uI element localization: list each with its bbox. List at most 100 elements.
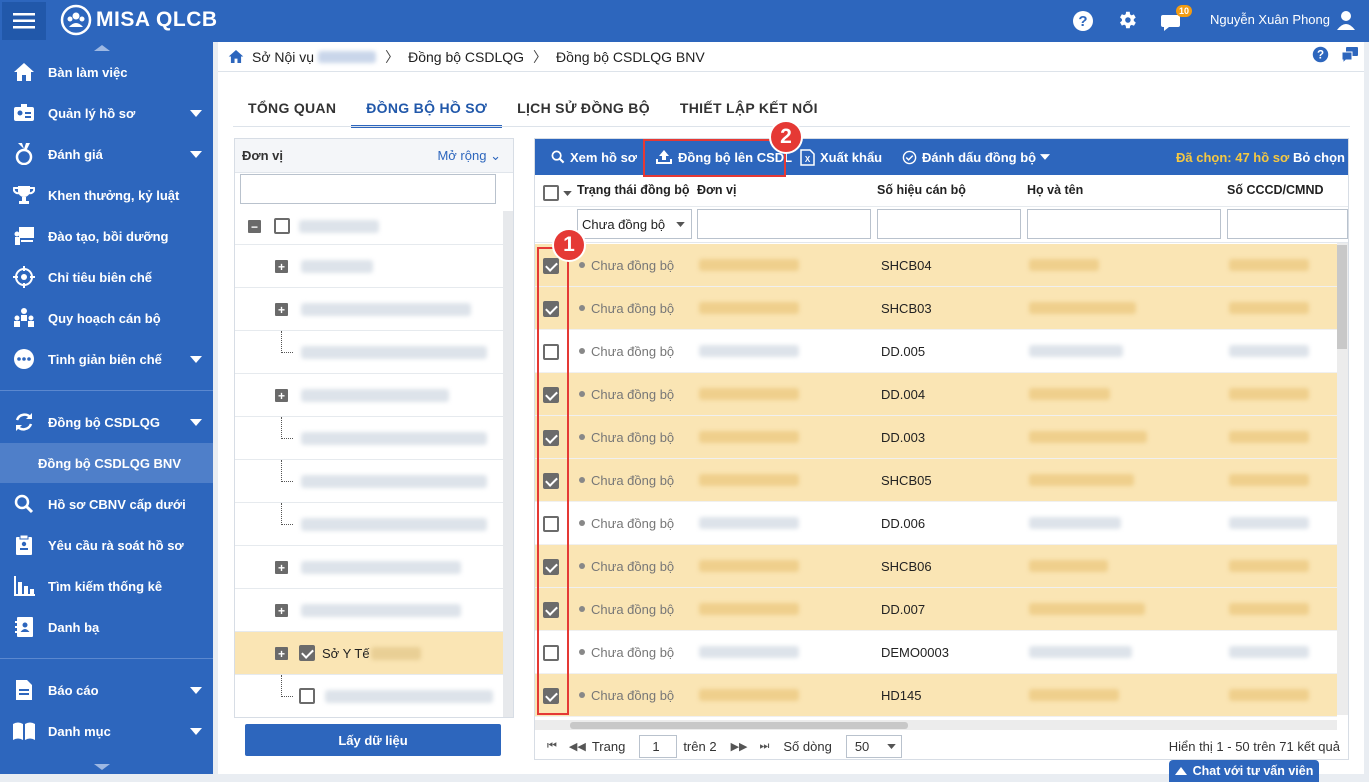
tree-node[interactable]: + [235, 245, 503, 288]
tree-node-root[interactable]: − [235, 209, 503, 245]
table-row[interactable]: Chưa đồng bộ SHCB04 [535, 244, 1337, 287]
scroll-down-icon[interactable] [92, 763, 112, 771]
table-row[interactable]: Chưa đồng bộ DD.004 [535, 373, 1337, 416]
select-all-checkbox[interactable] [543, 185, 559, 201]
next-page-icon[interactable]: ▶▶ [731, 740, 748, 753]
sidebar-item-profiles[interactable]: Quản lý hồ sơ [0, 93, 213, 133]
sidebar-item-rewards[interactable]: Khen thưởng, kỷ luật [0, 175, 213, 215]
code-filter-input[interactable] [877, 209, 1021, 239]
expand-icon[interactable]: + [275, 260, 288, 273]
column-header-unit[interactable]: Đơn vị [697, 183, 736, 197]
get-data-button[interactable]: Lấy dữ liệu [245, 724, 501, 756]
mark-synced-button[interactable]: Đánh dấu đồng bộ [902, 139, 1055, 175]
table-row[interactable]: Chưa đồng bộ SHCB03 [535, 287, 1337, 330]
tab-connection-settings[interactable]: THIẾT LẬP KẾT NỐI [665, 92, 833, 128]
sidebar-item-review-requests[interactable]: Yêu cầu rà soát hồ sơ [0, 525, 213, 565]
table-row[interactable]: Chưa đồng bộ DD.003 [535, 416, 1337, 459]
tree-node-checkbox[interactable] [299, 645, 315, 661]
app-title: MISA QLCB [96, 8, 218, 31]
tree-scrollbar[interactable] [503, 211, 513, 717]
tree-connector [281, 503, 282, 525]
breadcrumb-item-dept[interactable]: Sở Nội vụ [252, 49, 314, 65]
tree-node[interactable]: + [235, 546, 503, 589]
notification-badge: 10 [1176, 5, 1193, 17]
sidebar-item-contacts[interactable]: Danh bạ [0, 607, 213, 647]
table-row[interactable]: Chưa đồng bộ DD.006 [535, 502, 1337, 545]
user-avatar[interactable] [1336, 10, 1356, 30]
unit-filter-input[interactable] [697, 209, 871, 239]
sidebar-item-evaluation[interactable]: Đánh giá [0, 134, 213, 174]
sidebar-item-sync-csdlqg[interactable]: Đồng bộ CSDLQG [0, 402, 213, 442]
first-page-icon[interactable]: ⏮ [547, 740, 557, 753]
page-help-button[interactable]: ? [1312, 46, 1329, 63]
table-row[interactable]: Chưa đồng bộ DEMO0003 [535, 631, 1337, 674]
tree-node-checkbox[interactable] [274, 218, 290, 234]
expand-icon[interactable]: + [275, 604, 288, 617]
tree-node[interactable] [235, 675, 503, 717]
table-row[interactable]: Chưa đồng bộ SHCB06 [535, 545, 1337, 588]
collapse-icon[interactable]: − [248, 220, 261, 233]
grid-vertical-scroll-thumb[interactable] [1337, 245, 1347, 349]
menu-toggle-button[interactable] [2, 2, 46, 40]
sidebar-item-training[interactable]: Đào tạo, bồi dưỡng [0, 216, 213, 256]
chat-advisor-button[interactable]: Chat với tư vấn viên [1169, 760, 1319, 782]
tab-overview[interactable]: TỔNG QUAN [233, 92, 351, 128]
grid-horizontal-scroll-thumb[interactable] [570, 722, 908, 729]
home-icon[interactable] [228, 49, 244, 64]
help-button[interactable]: ? [1072, 10, 1094, 32]
user-name[interactable]: Nguyễn Xuân Phong [1210, 12, 1330, 27]
deselect-button[interactable]: Bỏ chọn [1293, 139, 1345, 175]
expand-icon[interactable]: + [275, 303, 288, 316]
tree-node-selected[interactable]: + Sở Y Tế [235, 632, 503, 675]
status-dot-icon [579, 520, 585, 526]
table-row[interactable]: Chưa đồng bộ DD.007 [535, 588, 1337, 631]
last-page-icon[interactable]: ⏭ [759, 740, 769, 753]
sidebar-item-staffing-quota[interactable]: Chỉ tiêu biên chế [0, 257, 213, 297]
id-filter-input[interactable] [1227, 209, 1348, 239]
sidebar-item-catalog[interactable]: Danh mục [0, 711, 213, 751]
tree-node-checkbox[interactable] [299, 688, 315, 704]
sidebar-item-sync-csdlqg-bnv[interactable]: Đồng bộ CSDLQG BNV [0, 443, 213, 483]
sidebar-item-desk[interactable]: Bàn làm việc [0, 52, 213, 92]
table-row[interactable]: Chưa đồng bộ SHCB05 [535, 459, 1337, 502]
tab-sync-profiles[interactable]: ĐỒNG BỘ HỒ SƠ [351, 92, 503, 128]
status-filter-select[interactable]: Chưa đồng bộ [577, 209, 692, 239]
caret-down-icon [190, 419, 202, 426]
export-button[interactable]: X Xuất khẩu [800, 139, 882, 175]
table-row[interactable]: Chưa đồng bộ HD145 [535, 674, 1337, 717]
sidebar-item-downsizing[interactable]: Tinh giản biên chế [0, 339, 213, 379]
page-number-input[interactable]: 1 [639, 734, 678, 758]
expand-icon[interactable]: + [275, 647, 288, 660]
unit-search-input[interactable] [240, 174, 496, 204]
column-header-id-number[interactable]: Số CCCD/CMND [1227, 183, 1324, 197]
scroll-up-icon[interactable] [92, 44, 112, 52]
caret-down-icon[interactable] [563, 191, 572, 196]
expand-icon[interactable]: + [275, 389, 288, 402]
tab-sync-history[interactable]: LỊCH SỬ ĐỒNG BỘ [502, 92, 665, 128]
column-header-name[interactable]: Họ và tên [1027, 183, 1083, 197]
column-header-code[interactable]: Số hiệu cán bộ [877, 183, 966, 197]
sidebar-item-reports[interactable]: Báo cáo [0, 670, 213, 710]
tree-node[interactable]: + [235, 288, 503, 331]
tree-node[interactable] [235, 331, 503, 374]
sidebar-item-statistics[interactable]: Tìm kiếm thống kê [0, 566, 213, 606]
settings-button[interactable] [1116, 9, 1138, 31]
sidebar-item-planning[interactable]: Quy hoạch cán bộ [0, 298, 213, 338]
name-filter-input[interactable] [1027, 209, 1221, 239]
expand-icon[interactable]: + [275, 561, 288, 574]
user-icon [1337, 11, 1355, 30]
view-profile-button[interactable]: Xem hồ sơ [551, 139, 637, 175]
table-row[interactable]: Chưa đồng bộ DD.005 [535, 330, 1337, 373]
sidebar-item-subordinate-profiles[interactable]: Hồ sơ CBNV cấp dưới [0, 484, 213, 524]
tree-node[interactable] [235, 460, 503, 503]
rows-per-page-select[interactable]: 50 [845, 734, 902, 758]
tree-node[interactable] [235, 417, 503, 460]
breadcrumb-item-sync[interactable]: Đồng bộ CSDLQG [408, 49, 524, 65]
prev-page-icon[interactable]: ◀◀ [569, 740, 586, 753]
tree-node[interactable] [235, 503, 503, 546]
tree-node[interactable]: + [235, 589, 503, 632]
column-header-status[interactable]: Trạng thái đồng bộ [577, 183, 690, 197]
feedback-button[interactable] [1341, 46, 1359, 63]
expand-all-link[interactable]: Mở rộng ⌄ [437, 148, 501, 164]
tree-node[interactable]: + [235, 374, 503, 417]
